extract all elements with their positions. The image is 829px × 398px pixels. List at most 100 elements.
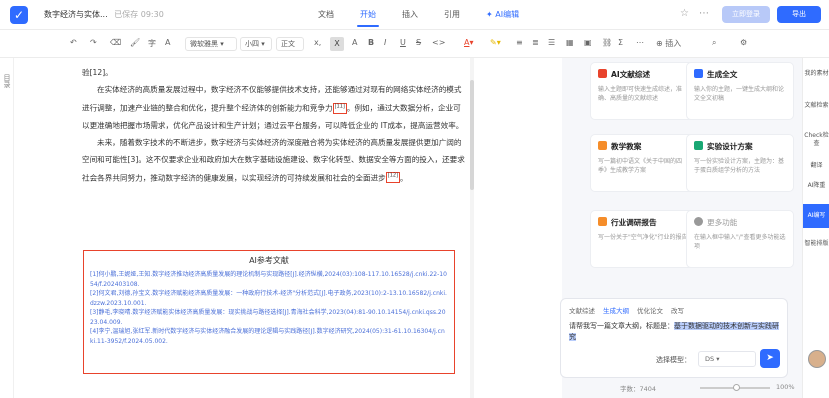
tab-document[interactable]: 文档 [305, 0, 347, 30]
table-icon[interactable]: ▦ [566, 38, 574, 47]
main-tabs: 文档 开始 插入 引用 ✦ AI编辑 [305, 0, 532, 30]
align-center-icon[interactable]: ≣ [532, 38, 539, 47]
font-style-icon[interactable]: 字 [148, 38, 156, 49]
card-teaching-plan[interactable]: 教学教案 写一篇初中语文《关于中国的四季》生成教学方案 [590, 134, 698, 192]
more-format-icon[interactable]: ⋯ [636, 38, 644, 47]
highlight-icon[interactable]: ✎▾ [490, 38, 501, 47]
paragraph-2: 未来，随着数字技术的不断进步，数字经济与实体经济的深度融合将为实体经济的高质量发… [82, 134, 465, 187]
list-icon[interactable]: ☰ [548, 38, 555, 47]
insert-plus-icon: ⊕ [656, 39, 663, 48]
sidebar-item-ai-reduce[interactable]: AI降重 [803, 182, 829, 190]
outline-toggle[interactable]: 目录 [2, 74, 12, 88]
citation-marker[interactable]: [12] [385, 172, 401, 184]
align-left-icon[interactable]: ≡ [516, 38, 523, 47]
tab-reference[interactable]: 引用 [431, 0, 473, 30]
mode-rewrite[interactable]: 改写 [671, 305, 684, 315]
card-desc: 写一篇初中语文《关于中国的四季》生成教学方案 [598, 158, 683, 174]
italic-icon[interactable]: I [384, 38, 386, 47]
sidebar-item-literature-search[interactable]: 文献检索 [803, 102, 829, 110]
top-bar: ✓ 数字经济与实体... 已保存 09:30 文档 开始 插入 引用 ✦ AI编… [0, 0, 829, 30]
document-title[interactable]: 数字经济与实体... 已保存 09:30 [44, 9, 164, 20]
card-title: 行业调研报告 [598, 217, 690, 228]
strike-icon[interactable]: X [330, 37, 344, 51]
reference-item[interactable]: [2]何文君,刘德,孙宝文.数字经济赋能经济高质量发展：一种政府行技术-经济"分… [90, 289, 448, 308]
citation-11: [11] [334, 103, 345, 109]
document-body[interactable]: 验[12]。 在实体经济的高质量发展过程中，数字经济不仅能够提供技术支持，还能够… [82, 58, 465, 398]
card-experiment-design[interactable]: 实验设计方案 写一份实验设计方案，主题为：基于蛋白质组学分析的方法 [686, 134, 794, 192]
image-icon[interactable]: ▣ [584, 38, 592, 47]
sidebar-item-materials[interactable]: 我的素材 [803, 70, 829, 78]
prompt-prefix: 请帮我写一篇文章大纲，标题是： [569, 322, 674, 330]
bold-icon[interactable]: B [368, 38, 374, 47]
sidebar-item-ai-write[interactable]: AI编写 [803, 204, 829, 228]
card-industry-report[interactable]: 行业调研报告 写一份关于"空气净化"行业的报告 [590, 210, 698, 268]
sidebar-item-check[interactable]: Check检查 [803, 132, 829, 148]
search-icon[interactable]: ⌕ [712, 38, 716, 48]
model-label: 选择模型： [656, 356, 691, 364]
login-button[interactable]: 立即登录 [722, 6, 770, 23]
undo-icon[interactable]: ↶ [70, 38, 77, 47]
send-button[interactable]: ➤ [760, 349, 780, 368]
scrollbar-thumb[interactable] [470, 80, 474, 190]
superscript-icon[interactable]: A [352, 38, 357, 47]
export-button[interactable]: 导出 [777, 6, 821, 23]
card-title-text: 生成全文 [707, 70, 738, 79]
insert-button[interactable]: ⊕ 插入 [656, 38, 681, 49]
reference-item[interactable]: [4]李宁,温瑞旭,张红军.新时代数字经济与实体经济融合发展的理论逻辑与实践路径… [90, 327, 448, 346]
reference-item[interactable]: [1]何小鹏,王妮娅,王知.数字经济推动经济高质量发展的理论机制与实现路径[J]… [90, 270, 448, 289]
font-color-icon[interactable]: A▾ [464, 38, 474, 47]
italic-x-icon[interactable]: x, [314, 38, 321, 47]
more-features-icon [694, 217, 703, 226]
sidebar-item-smart-layout[interactable]: 智能排版 [803, 240, 829, 248]
card-title: 教学教案 [598, 141, 690, 152]
strikethrough-icon[interactable]: S [416, 38, 421, 47]
formula-icon[interactable]: Σ [618, 38, 623, 47]
avatar[interactable] [808, 350, 826, 368]
format-toolbar: ↶ ↷ ⌫ 🖌 字 A 微软雅黑 ▾ 小四 ▾ 正文 x, X A B I U … [0, 30, 829, 58]
code-icon[interactable]: <> [432, 38, 445, 47]
text-format-icon[interactable]: A [165, 38, 170, 47]
mode-literature-review[interactable]: 文献综述 [569, 305, 595, 315]
more-icon[interactable]: ⋯ [699, 8, 709, 19]
paragraph-style-select[interactable]: 正文 [276, 37, 304, 51]
star-icon[interactable]: ☆ [680, 8, 689, 19]
font-size-select[interactable]: 小四 ▾ [240, 37, 272, 51]
right-sidebar: 我的素材 文献检索 Check检查 翻译 AI降重 AI编写 智能排版 [802, 58, 829, 398]
font-family-select[interactable]: 微软雅黑 ▾ [185, 37, 237, 51]
clear-format-icon[interactable]: ⌫ [110, 38, 121, 47]
document-title-text: 数字经济与实体... [44, 10, 108, 19]
word-count: 字数：7404 [620, 385, 657, 393]
sidebar-item-translate[interactable]: 翻译 [803, 162, 829, 170]
experiment-icon [694, 141, 703, 150]
zoom-level[interactable]: 100% [776, 383, 795, 391]
paragraph-2-tail: 。 [400, 173, 408, 183]
redo-icon[interactable]: ↷ [90, 38, 97, 47]
mode-generate-outline[interactable]: 生成大纲 [603, 305, 629, 315]
underline-icon[interactable]: U [400, 38, 406, 47]
app-logo-icon[interactable]: ✓ [10, 6, 28, 24]
insert-label: 插入 [665, 39, 682, 48]
tab-ai-edit-label: AI编辑 [495, 10, 520, 19]
ai-input-box[interactable]: 文献综述 生成大纲 优化论文 改写 请帮我写一篇文章大纲，标题是：基于数据驱动的… [560, 298, 788, 378]
tab-start[interactable]: 开始 [347, 0, 389, 30]
reference-item[interactable]: [3]静毛,李晓晴.数字经济赋能实体经济高质量发展：现实挑战与路径选择[J].青… [90, 308, 448, 327]
card-more-features[interactable]: 更多功能 在输入框中输入"/"查看更多功能选项 [686, 210, 794, 268]
model-select[interactable]: DS ▾ [698, 351, 756, 367]
saved-status: 已保存 09:30 [114, 10, 164, 19]
font-size-value: 小四 [245, 40, 259, 48]
citation-marker[interactable]: [11] [332, 102, 347, 114]
tab-insert[interactable]: 插入 [389, 0, 431, 30]
card-title: AI文献综述 [598, 69, 690, 80]
card-title: 实验设计方案 [694, 141, 786, 152]
zoom-slider-handle[interactable] [733, 384, 740, 391]
tab-ai-edit[interactable]: ✦ AI编辑 [473, 0, 532, 30]
link-icon[interactable]: ⛓ [602, 38, 612, 47]
mode-optimize-paper[interactable]: 优化论文 [637, 305, 663, 315]
card-generate-full-text[interactable]: 生成全文 输入你的主题，一键生成大纲和论文全文初稿 [686, 62, 794, 120]
card-literature-review[interactable]: AI文献综述 输入主题即可快速生成综述，准确、高质量的文献综述 [590, 62, 698, 120]
prompt-text[interactable]: 请帮我写一篇文章大纲，标题是：基于数据驱动的技术创新与实践研究 [569, 321, 779, 343]
format-painter-icon[interactable]: 🖌 [130, 38, 140, 47]
card-title: 生成全文 [694, 69, 786, 80]
teaching-icon [598, 141, 607, 150]
settings-icon[interactable]: ⚙ [740, 38, 747, 47]
